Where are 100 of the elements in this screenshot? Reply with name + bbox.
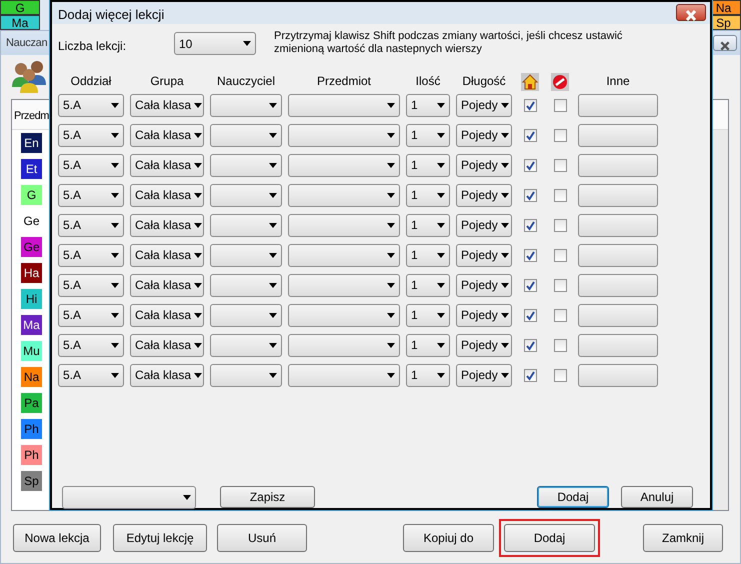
dropdown[interactable]	[210, 94, 282, 117]
dropdown[interactable]: 1	[406, 94, 450, 117]
close-button[interactable]	[676, 4, 706, 21]
dialog-button[interactable]: Anuluj	[621, 486, 693, 508]
other-button[interactable]	[578, 334, 658, 358]
checkbox[interactable]	[524, 189, 536, 202]
dropdown[interactable]: 5.A	[58, 124, 124, 147]
dropdown[interactable]: 5.A	[58, 94, 124, 117]
dropdown[interactable]: 5.A	[58, 154, 124, 177]
action-button[interactable]: Nowa lekcja	[13, 524, 101, 552]
dropdown[interactable]	[288, 304, 400, 327]
dropdown[interactable]: 10	[174, 32, 256, 55]
action-button[interactable]: Dodaj	[504, 524, 595, 552]
dropdown[interactable]	[288, 364, 400, 387]
checkbox[interactable]	[554, 309, 566, 322]
dropdown[interactable]: 1	[406, 184, 450, 207]
dropdown[interactable]	[210, 364, 282, 387]
dropdown[interactable]: Pojedy	[456, 364, 512, 387]
checkbox[interactable]	[524, 369, 536, 382]
other-button[interactable]	[578, 94, 658, 118]
dropdown[interactable]	[210, 274, 282, 297]
checkbox[interactable]	[524, 339, 536, 352]
dropdown[interactable]: Pojedy	[456, 334, 512, 357]
checkbox[interactable]	[554, 249, 566, 262]
dropdown[interactable]: Cała klasa	[130, 334, 204, 357]
checkbox[interactable]	[524, 249, 536, 262]
checkbox[interactable]	[524, 219, 536, 232]
checkbox[interactable]	[554, 339, 566, 352]
dropdown[interactable]	[288, 334, 400, 357]
action-button[interactable]: Zamknij	[643, 524, 723, 552]
other-button[interactable]	[578, 184, 658, 208]
dropdown[interactable]	[288, 184, 400, 207]
checkbox[interactable]	[554, 369, 566, 382]
dropdown[interactable]: 5.A	[58, 304, 124, 327]
dropdown[interactable]	[288, 124, 400, 147]
dropdown[interactable]	[288, 214, 400, 237]
close-button[interactable]	[713, 35, 737, 51]
dialog-button[interactable]: Dodaj	[537, 486, 609, 508]
dropdown[interactable]	[288, 94, 400, 117]
dropdown[interactable]	[210, 184, 282, 207]
other-button[interactable]	[578, 244, 658, 268]
checkbox[interactable]	[524, 309, 536, 322]
dropdown[interactable]	[210, 124, 282, 147]
dropdown[interactable]: Pojedy	[456, 154, 512, 177]
dropdown[interactable]: Pojedy	[456, 184, 512, 207]
dropdown[interactable]: 5.A	[58, 274, 124, 297]
dropdown[interactable]: Pojedy	[456, 124, 512, 147]
checkbox[interactable]	[554, 129, 566, 142]
other-button[interactable]	[578, 154, 658, 178]
dropdown[interactable]	[62, 486, 196, 509]
dropdown[interactable]: Cała klasa	[130, 274, 204, 297]
dropdown[interactable]: 5.A	[58, 244, 124, 267]
dropdown[interactable]: 1	[406, 334, 450, 357]
dropdown[interactable]: 1	[406, 154, 450, 177]
checkbox[interactable]	[554, 189, 566, 202]
other-button[interactable]	[578, 364, 658, 388]
other-button[interactable]	[578, 274, 658, 298]
dropdown[interactable]: Cała klasa	[130, 184, 204, 207]
dropdown[interactable]: Cała klasa	[130, 94, 204, 117]
checkbox[interactable]	[524, 279, 536, 292]
dropdown[interactable]	[210, 154, 282, 177]
checkbox[interactable]	[524, 159, 536, 172]
dropdown[interactable]: 5.A	[58, 334, 124, 357]
dropdown[interactable]: Pojedy	[456, 214, 512, 237]
dropdown[interactable]: Pojedy	[456, 244, 512, 267]
checkbox[interactable]	[524, 129, 536, 142]
dropdown[interactable]	[288, 274, 400, 297]
dropdown[interactable]: Cała klasa	[130, 364, 204, 387]
dropdown[interactable]: 5.A	[58, 364, 124, 387]
dropdown[interactable]	[210, 334, 282, 357]
dropdown[interactable]: 1	[406, 214, 450, 237]
other-button[interactable]	[578, 214, 658, 238]
checkbox[interactable]	[554, 159, 566, 172]
dropdown[interactable]	[210, 304, 282, 327]
dropdown[interactable]: 1	[406, 124, 450, 147]
dropdown[interactable]: Pojedy	[456, 94, 512, 117]
dropdown[interactable]	[288, 244, 400, 267]
dropdown[interactable]: Cała klasa	[130, 214, 204, 237]
action-button[interactable]: Kopiuj do	[403, 524, 494, 552]
dropdown[interactable]: 1	[406, 304, 450, 327]
dropdown[interactable]: 1	[406, 274, 450, 297]
other-button[interactable]	[578, 124, 658, 148]
dropdown[interactable]: 5.A	[58, 214, 124, 237]
dropdown[interactable]: Cała klasa	[130, 304, 204, 327]
dropdown[interactable]: Cała klasa	[130, 124, 204, 147]
action-button[interactable]: Usuń	[217, 524, 307, 552]
dropdown[interactable]: 1	[406, 364, 450, 387]
dropdown[interactable]: Pojedy	[456, 274, 512, 297]
checkbox[interactable]	[554, 219, 566, 232]
dropdown[interactable]	[210, 214, 282, 237]
dropdown[interactable]	[210, 244, 282, 267]
dropdown[interactable]: Cała klasa	[130, 244, 204, 267]
checkbox[interactable]	[524, 99, 536, 112]
dropdown[interactable]: Pojedy	[456, 304, 512, 327]
dropdown[interactable]: Cała klasa	[130, 154, 204, 177]
checkbox[interactable]	[554, 99, 566, 112]
other-button[interactable]	[578, 304, 658, 328]
dropdown[interactable]: 5.A	[58, 184, 124, 207]
checkbox[interactable]	[554, 279, 566, 292]
action-button[interactable]: Edytuj lekcję	[113, 524, 207, 552]
